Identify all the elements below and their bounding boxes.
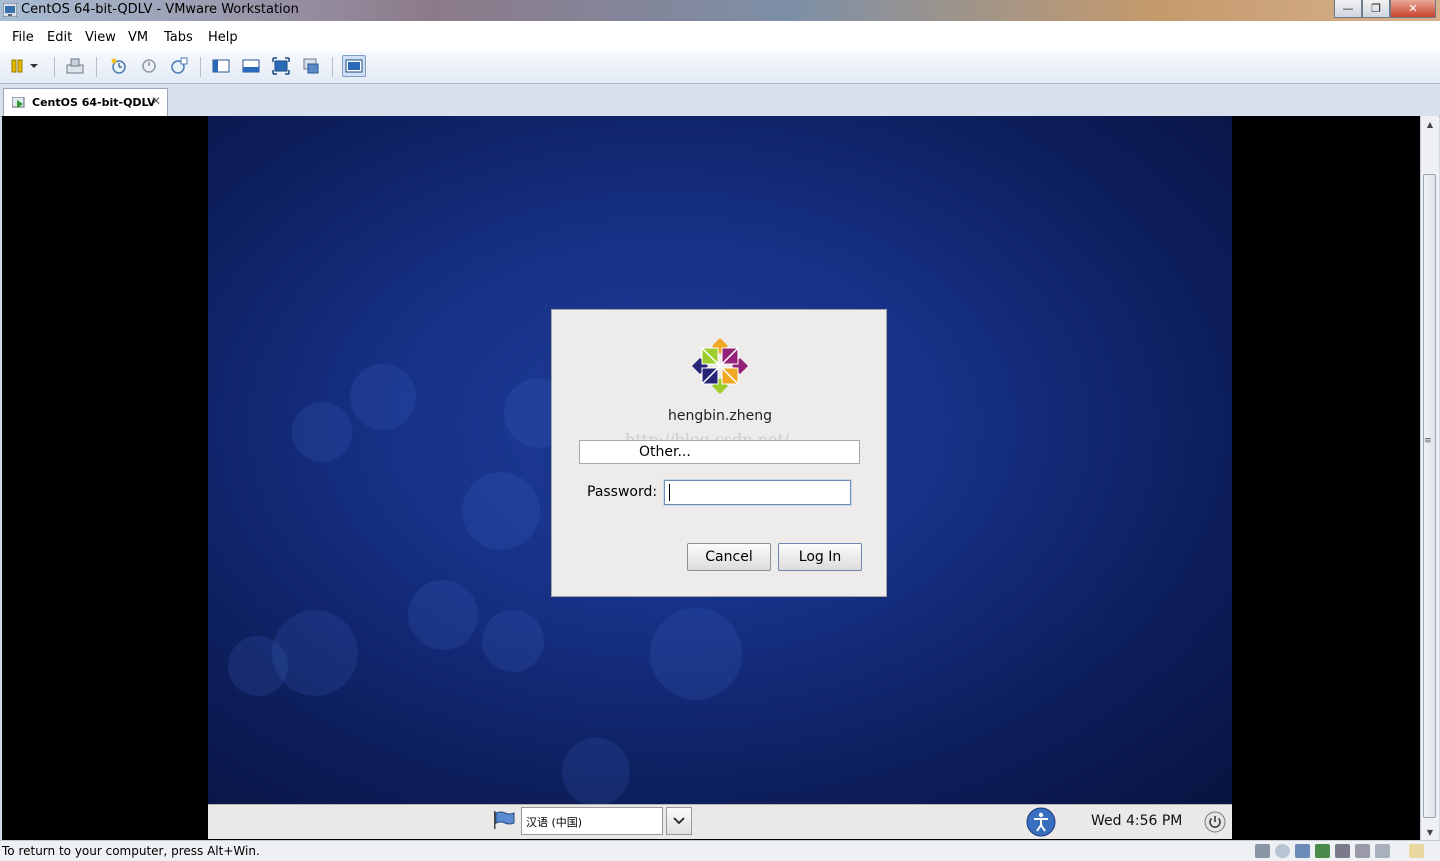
- scrollbar-thumb[interactable]: [1423, 174, 1436, 818]
- toolbar: [0, 51, 1440, 84]
- login-button[interactable]: Log In: [778, 543, 862, 571]
- background-bubble: [650, 608, 742, 700]
- take-snapshot-icon[interactable]: [110, 57, 128, 75]
- toolbar-separator: [332, 57, 333, 77]
- menu-file[interactable]: File: [12, 30, 34, 45]
- scroll-up-icon[interactable]: ▲: [1421, 116, 1439, 132]
- window-controls: — ❐ ✕: [1334, 0, 1436, 19]
- menu-vm[interactable]: VM: [128, 30, 148, 45]
- vmware-app-icon: [3, 3, 17, 17]
- background-bubble: [482, 610, 544, 672]
- menu-edit[interactable]: Edit: [47, 30, 72, 45]
- window-title: CentOS 64-bit-QDLV - VMware Workstation: [21, 2, 299, 17]
- scrollbar-grip-icon: ≡: [1424, 436, 1432, 446]
- power-icon[interactable]: [1204, 811, 1226, 833]
- pause-icon[interactable]: [8, 57, 26, 75]
- login-dialog: hengbin.zheng http://blog.csdn.net/ Othe…: [551, 309, 887, 597]
- password-label: Password:: [587, 484, 658, 500]
- background-bubble: [228, 636, 288, 696]
- clock[interactable]: Wed 4:56 PM: [1091, 813, 1182, 829]
- dropdown-icon[interactable]: [28, 57, 40, 75]
- menu-tabs[interactable]: Tabs: [164, 30, 193, 45]
- send-ctrl-alt-del-icon[interactable]: [66, 57, 84, 75]
- other-user-option[interactable]: Other...: [579, 440, 860, 464]
- guest-desktop: hengbin.zheng http://blog.csdn.net/ Othe…: [208, 116, 1232, 804]
- thumbnail-bar-icon[interactable]: [242, 57, 260, 75]
- floppy-icon[interactable]: [1295, 844, 1310, 858]
- cd-dvd-icon[interactable]: [1275, 844, 1290, 858]
- unity-icon[interactable]: [302, 57, 320, 75]
- show-library-icon[interactable]: [212, 57, 230, 75]
- language-value: 汉语 (中国): [526, 816, 583, 829]
- background-bubble: [462, 472, 540, 550]
- accessibility-icon[interactable]: [1026, 807, 1056, 837]
- toolbar-separator: [96, 57, 97, 77]
- tab-label: CentOS 64-bit-QDLV: [32, 96, 156, 109]
- cancel-button[interactable]: Cancel: [687, 543, 771, 571]
- other-user-label: Other...: [639, 444, 691, 460]
- tab-centos[interactable]: CentOS 64-bit-QDLV ✕: [3, 88, 168, 116]
- console-view-icon[interactable]: [342, 55, 366, 77]
- menu-bar: File Edit View VM Tabs Help: [0, 21, 1440, 51]
- centos-logo: [692, 338, 748, 394]
- vertical-scrollbar[interactable]: ▲ ≡ ▼: [1420, 116, 1439, 840]
- sound-icon[interactable]: [1375, 844, 1390, 858]
- language-select[interactable]: 汉语 (中国): [521, 807, 663, 835]
- usb-icon[interactable]: [1335, 844, 1350, 858]
- background-bubble: [292, 402, 352, 462]
- maximize-icon[interactable]: ❐: [1362, 0, 1390, 18]
- language-dropdown-button[interactable]: [666, 807, 692, 835]
- running-vm-icon: [12, 97, 25, 108]
- close-icon[interactable]: ✕: [1390, 0, 1436, 18]
- device-icons: [1255, 844, 1424, 858]
- user-name[interactable]: hengbin.zheng: [552, 408, 888, 424]
- network-adapter-icon[interactable]: [1315, 844, 1330, 858]
- snapshot-manager-icon[interactable]: [170, 57, 188, 75]
- toolbar-separator: [54, 57, 55, 77]
- menu-view[interactable]: View: [85, 30, 116, 45]
- toolbar-separator: [200, 57, 201, 77]
- background-bubble: [562, 738, 630, 804]
- background-bubble: [408, 580, 478, 650]
- background-bubble: [350, 364, 416, 430]
- full-screen-icon[interactable]: [272, 57, 290, 75]
- message-log-icon[interactable]: [1409, 844, 1424, 858]
- password-field[interactable]: [664, 480, 851, 505]
- minimize-icon[interactable]: —: [1334, 0, 1362, 18]
- printer-icon[interactable]: [1355, 844, 1370, 858]
- title-bar: CentOS 64-bit-QDLV - VMware Workstation …: [0, 0, 1440, 21]
- status-message: To return to your computer, press Alt+Wi…: [2, 844, 260, 858]
- chevron-down-icon: [673, 817, 685, 825]
- hard-disk-icon[interactable]: [1255, 844, 1270, 858]
- revert-snapshot-icon[interactable]: [140, 57, 158, 75]
- tab-bar: CentOS 64-bit-QDLV ✕: [0, 84, 1440, 117]
- guest-bottom-panel: 汉语 (中国) Wed 4:56 PM: [208, 804, 1232, 839]
- status-bar: To return to your computer, press Alt+Wi…: [0, 840, 1440, 861]
- text-caret: [669, 484, 670, 501]
- tab-close-icon[interactable]: ✕: [151, 94, 161, 108]
- keyboard-layout-flag-icon: [494, 811, 515, 829]
- scroll-down-icon[interactable]: ▼: [1421, 824, 1439, 840]
- vm-console[interactable]: hengbin.zheng http://blog.csdn.net/ Othe…: [2, 116, 1420, 840]
- menu-help[interactable]: Help: [208, 30, 238, 45]
